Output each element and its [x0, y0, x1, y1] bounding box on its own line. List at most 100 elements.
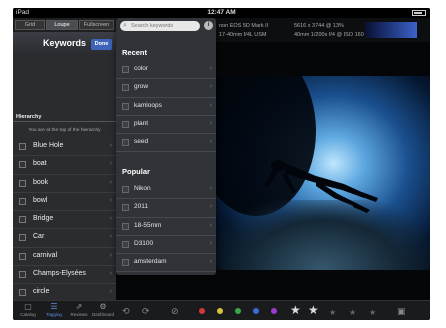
main-photo[interactable]	[216, 76, 430, 270]
recent-keyword-row[interactable]: plant ›	[116, 116, 216, 135]
chevron-right-icon: ›	[209, 239, 212, 247]
color-label-yellow[interactable]	[217, 308, 223, 314]
rotate-right-icon[interactable]: ⟳	[142, 306, 150, 316]
keyword-checkbox[interactable]	[19, 197, 26, 205]
keyword-label: kamloops	[134, 101, 162, 109]
lens-info: 17-40mm f/4L USM	[219, 32, 267, 38]
keyword-popover: ⌕ i Recent color › grow › kamloops › plant ›…	[116, 18, 216, 275]
view-mode-segmented-control: Grid Loupe Fullscreen	[13, 18, 116, 32]
chevron-right-icon: ›	[109, 142, 112, 149]
done-button[interactable]: Done	[91, 39, 112, 50]
popular-keyword-row[interactable]: Nikon ›	[116, 181, 216, 200]
keyword-row[interactable]: Bridge ›	[13, 211, 116, 230]
chevron-right-icon: ›	[109, 288, 112, 296]
keyword-label: amsterdam	[134, 258, 167, 266]
keyword-checkbox[interactable]	[19, 179, 26, 187]
image-dimensions: 5616 x 3744 @ 13%	[294, 23, 344, 29]
chevron-right-icon: ›	[209, 221, 212, 229]
hierarchy-top-note: You are at the top of the hierarchy	[28, 128, 101, 133]
keyword-search[interactable]: ⌕	[120, 21, 200, 31]
chevron-right-icon: ›	[209, 203, 212, 211]
popular-keyword-row[interactable]: 18-55mm ›	[116, 218, 216, 236]
keyword-row[interactable]: bowl ›	[13, 193, 116, 212]
keyword-checkbox[interactable]	[122, 102, 129, 110]
keyword-checkbox[interactable]	[19, 143, 26, 150]
keyword-checkbox[interactable]	[19, 161, 26, 169]
keyword-checkbox[interactable]	[19, 234, 26, 242]
chevron-right-icon: ›	[109, 233, 112, 241]
hierarchy-label: Hierarchy	[16, 114, 42, 120]
chevron-right-icon: ›	[209, 185, 212, 192]
chevron-right-icon: ›	[209, 65, 212, 72]
popular-keyword-row[interactable]: D3100 ›	[116, 236, 216, 255]
rating-star-2[interactable]: ★	[308, 303, 319, 317]
rating-star-5[interactable]: ★	[369, 306, 376, 320]
reject-flag-icon[interactable]: ⊘	[171, 306, 179, 316]
popular-keyword-row[interactable]: 2011 ›	[116, 199, 216, 218]
tab-dashboard[interactable]: ⚙ Dashboard	[90, 302, 116, 320]
color-label-blue[interactable]	[253, 308, 259, 314]
rotate-left-icon[interactable]: ⟲	[122, 306, 130, 316]
chevron-right-icon: ›	[109, 270, 112, 278]
popular-keyword-list: Nikon › 2011 › 18-55mm › D3100 › amsterdam ›	[116, 181, 216, 273]
keyword-row[interactable]: carnival ›	[13, 248, 116, 267]
keyword-checkbox[interactable]	[19, 216, 26, 224]
keyword-search-input[interactable]	[131, 22, 197, 30]
histogram	[365, 22, 417, 38]
chevron-right-icon: ›	[109, 196, 112, 204]
keyword-checkbox[interactable]	[19, 271, 26, 279]
tab-tagging[interactable]: ☰ Tagging	[41, 302, 67, 320]
dashboard-icon: ⚙	[99, 302, 107, 311]
recent-keyword-row[interactable]: grow ›	[116, 79, 216, 98]
color-label-purple[interactable]	[271, 308, 277, 314]
chevron-right-icon: ›	[109, 215, 112, 223]
popular-header: Popular	[122, 167, 150, 176]
segment-grid[interactable]: Grid	[15, 20, 45, 30]
keyword-checkbox[interactable]	[122, 84, 129, 92]
chevron-right-icon: ›	[209, 258, 212, 266]
exposure-info: 40mm 1/200s f/4 @ ISO 160	[294, 32, 364, 38]
tab-catalog[interactable]: ▢ Catalog	[15, 302, 41, 320]
keyword-label: carnival	[33, 251, 58, 259]
keyword-checkbox[interactable]	[122, 186, 129, 193]
keyword-checkbox[interactable]	[122, 240, 129, 248]
status-bar: iPad 12:47 AM	[13, 8, 430, 18]
rating-star-1[interactable]: ★	[290, 303, 301, 317]
keyword-checkbox[interactable]	[19, 252, 26, 260]
keyword-row[interactable]: Champs-Elysées ›	[13, 266, 116, 285]
keyword-label: 2011	[134, 203, 148, 211]
keyword-checkbox[interactable]	[122, 204, 129, 212]
keyword-row[interactable]: Car ›	[13, 229, 116, 248]
info-icon[interactable]: i	[204, 21, 213, 30]
keyword-label: color	[134, 65, 149, 72]
chevron-right-icon: ›	[209, 83, 212, 91]
keyword-label: Bridge	[33, 215, 54, 223]
keyword-checkbox[interactable]	[122, 259, 129, 267]
keyword-checkbox[interactable]	[122, 222, 129, 230]
keyword-row[interactable]: boat ›	[13, 156, 116, 175]
camera-model: non EOS 5D Mark II	[219, 23, 269, 29]
segment-fullscreen[interactable]: Fullscreen	[79, 20, 114, 30]
keyword-checkbox[interactable]	[122, 139, 129, 147]
color-label-green[interactable]	[235, 308, 241, 314]
popular-keyword-row[interactable]: amsterdam ›	[116, 254, 216, 273]
keyword-row[interactable]: Blue Hole ›	[13, 138, 116, 157]
recent-keyword-row[interactable]: color ›	[116, 61, 216, 80]
rating-star-3[interactable]: ★	[329, 306, 336, 320]
keyword-label: 18-55mm	[134, 221, 162, 229]
tab-reviews[interactable]: ⇗ Reviews	[66, 302, 92, 320]
catalog-icon: ▢	[24, 302, 32, 311]
keyword-checkbox[interactable]	[122, 120, 129, 128]
chevron-right-icon: ›	[109, 178, 112, 186]
chevron-right-icon: ›	[209, 138, 212, 146]
keyword-label: circle	[33, 288, 50, 296]
recent-keyword-row[interactable]: seed ›	[116, 134, 216, 153]
color-label-red[interactable]	[199, 308, 205, 314]
recent-keyword-row[interactable]: kamloops ›	[116, 98, 216, 116]
keyword-checkbox[interactable]	[122, 66, 129, 73]
keyword-checkbox[interactable]	[19, 289, 26, 297]
rating-star-4[interactable]: ★	[349, 306, 356, 320]
segment-loupe[interactable]: Loupe	[46, 20, 78, 30]
keyword-row[interactable]: book ›	[13, 175, 116, 193]
trash-icon[interactable]: ▣	[397, 306, 406, 316]
